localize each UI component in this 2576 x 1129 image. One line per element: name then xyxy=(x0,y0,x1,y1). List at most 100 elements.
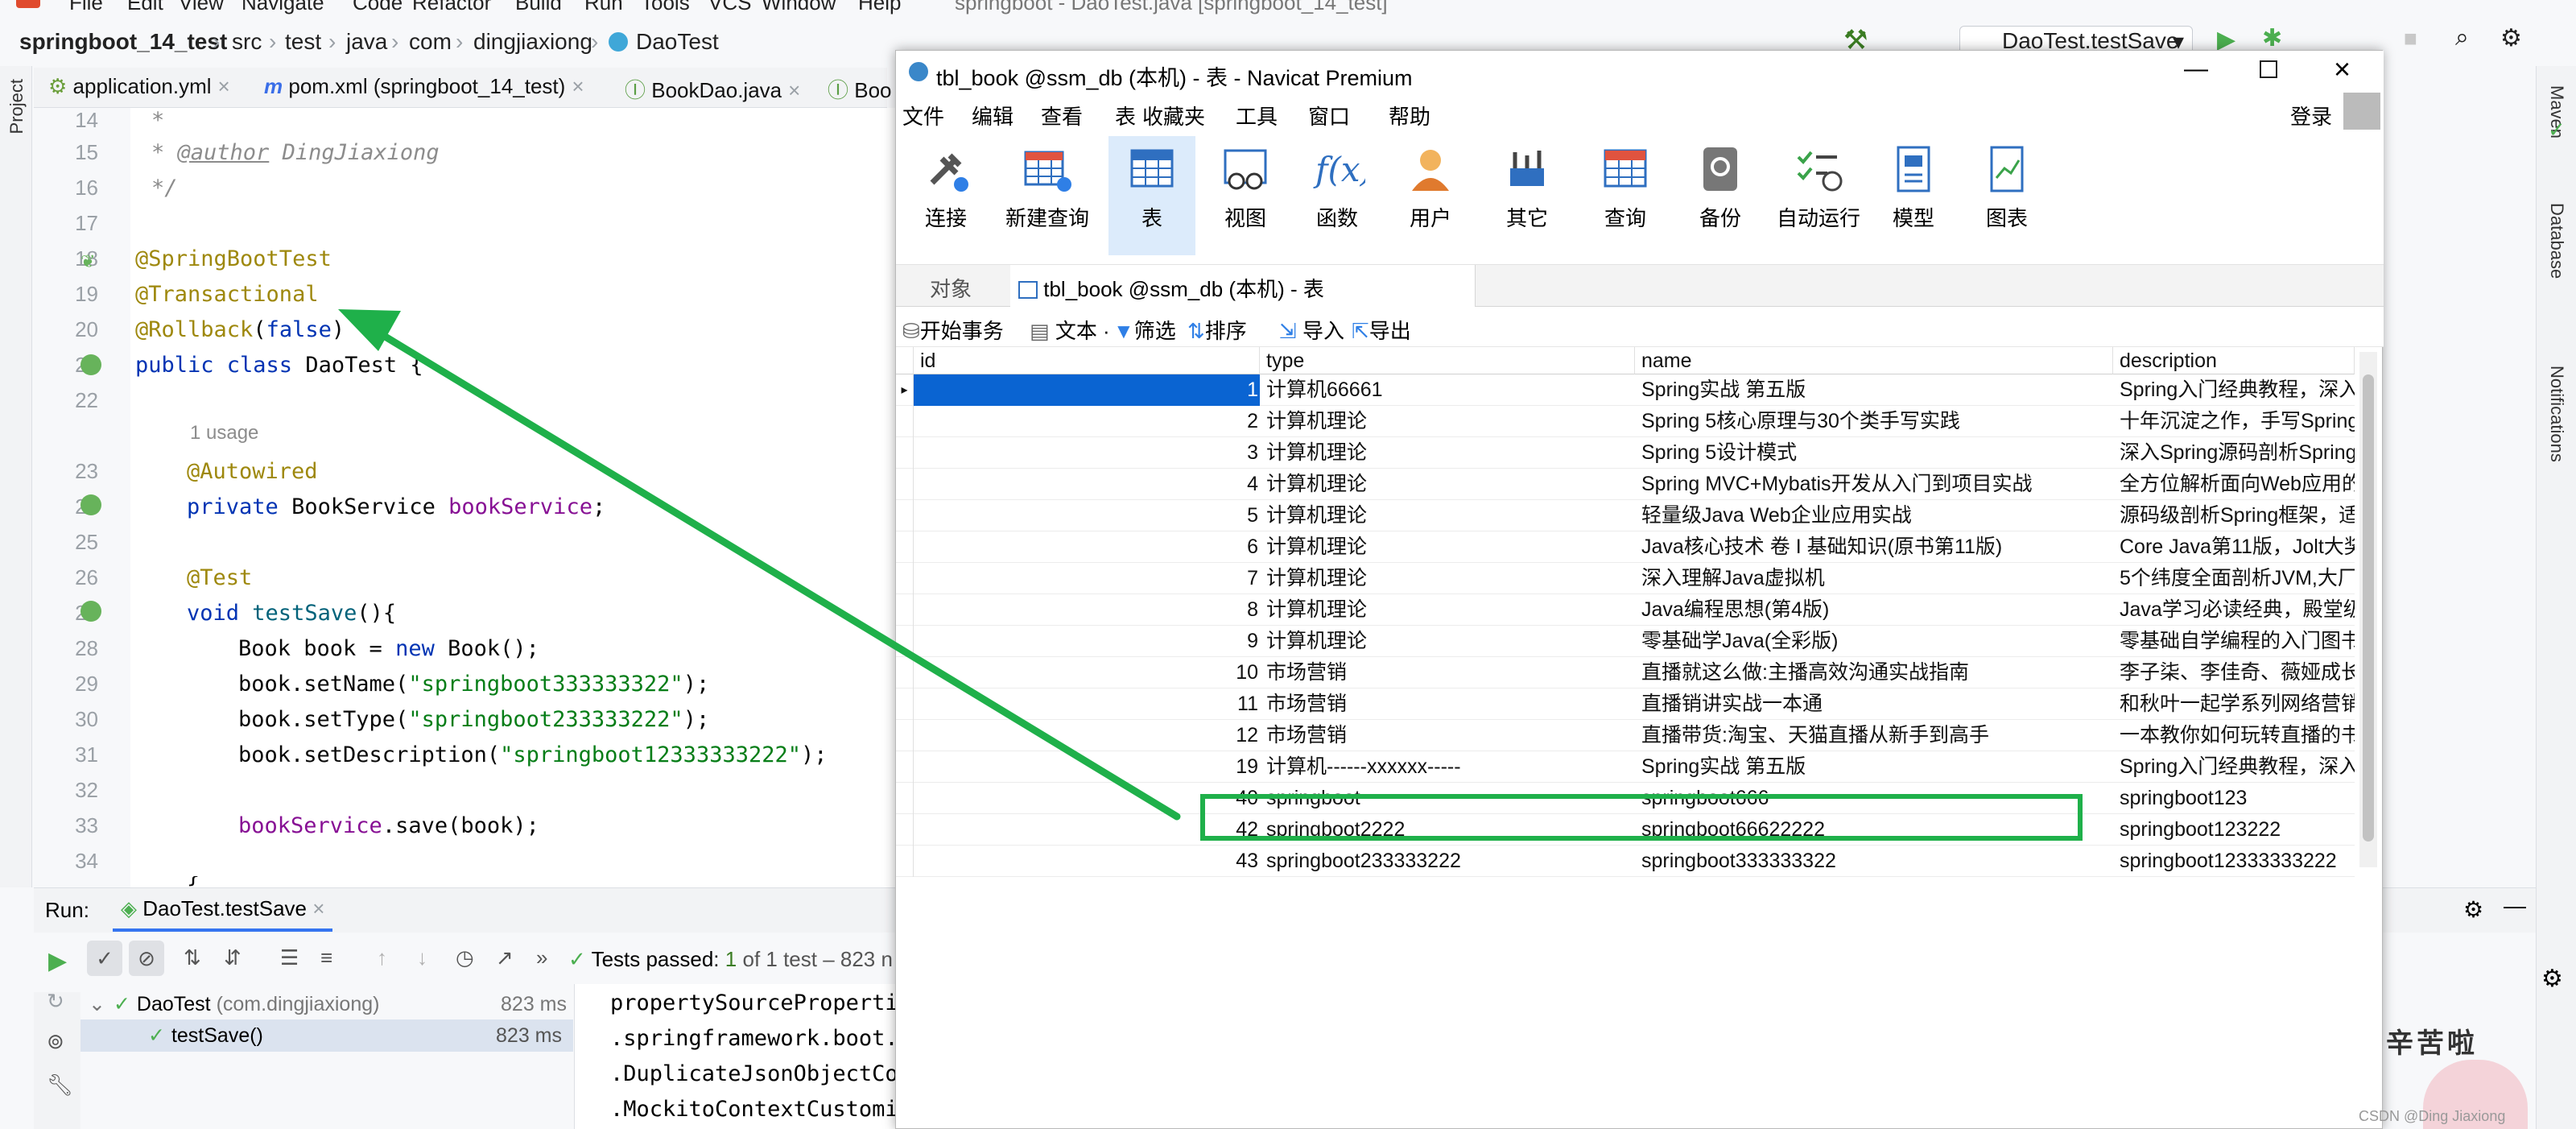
cell-id[interactable]: 8 xyxy=(914,594,1260,626)
cell-name[interactable]: 直播销讲实战一本通 xyxy=(1635,689,2113,720)
cell-id[interactable]: 1 xyxy=(914,374,1260,406)
arrow-down-icon[interactable]: ↓ xyxy=(417,945,427,970)
menu-favorites[interactable]: 收藏夹 xyxy=(1142,101,1205,130)
cell-id[interactable]: 43 xyxy=(914,846,1260,877)
cell-name[interactable]: Java编程思想(第4版) xyxy=(1635,594,2113,626)
cell-type[interactable]: 计算机66661 xyxy=(1260,374,1635,406)
run-console[interactable]: propertySourcePropertie .springframework… xyxy=(575,984,897,1129)
cell-name[interactable]: Spring MVC+Mybatis开发从入门到项目实战 xyxy=(1635,469,2113,500)
cell-name[interactable]: 零基础学Java(全彩版) xyxy=(1635,626,2113,657)
menu-run[interactable]: Run xyxy=(584,0,623,13)
menu-edit[interactable]: Edit xyxy=(127,0,163,13)
table-row[interactable]: 4 计算机理论 Spring MVC+Mybatis开发从入门到项目实战 全方位解析面… xyxy=(896,469,2355,500)
cell-description[interactable]: 全方位解析面向Web应用的 xyxy=(2113,469,2355,500)
menu-code[interactable]: Code xyxy=(353,0,402,13)
cell-name[interactable]: Spring实战 第五版 xyxy=(1635,374,2113,406)
run-gutter-icon[interactable] xyxy=(80,601,101,622)
row-indicator[interactable]: ▸ xyxy=(896,374,914,406)
crumb-java[interactable]: java xyxy=(346,29,387,55)
cell-name[interactable]: springboot333333322 xyxy=(1635,846,2113,877)
table-row[interactable]: 12 市场营销 直播带货:淘宝、天猫直播从新手到高手 一本教你如何玩转直播的书 xyxy=(896,720,2355,751)
row-indicator[interactable] xyxy=(896,437,914,469)
cell-description[interactable]: 李子柒、李佳奇、薇娅成长 xyxy=(2113,657,2355,689)
cell-type[interactable]: 市场营销 xyxy=(1260,689,1635,720)
cell-type[interactable]: springboot233333222 xyxy=(1260,846,1635,877)
cell-description[interactable]: 十年沉淀之作，手写Spring xyxy=(2113,406,2355,437)
tool-new-query[interactable]: 新建查询 xyxy=(999,141,1096,232)
gear-icon[interactable]: ⚙ xyxy=(2463,896,2483,923)
more-icon[interactable]: » xyxy=(536,945,547,970)
column-header-description[interactable]: description xyxy=(2113,347,2355,374)
cell-description[interactable]: 零基础自学编程的入门图书 xyxy=(2113,626,2355,657)
menu-tools[interactable]: Tools xyxy=(641,0,690,13)
cell-id[interactable]: 10 xyxy=(914,657,1260,689)
tool-table[interactable]: 表 xyxy=(1108,136,1195,255)
cell-id[interactable]: 12 xyxy=(914,720,1260,751)
crumb-com[interactable]: com xyxy=(409,29,452,55)
cell-description[interactable]: 和秋叶一起学系列网络营销 xyxy=(2113,689,2355,720)
table-row[interactable]: 5 计算机理论 轻量级Java Web企业应用实战 源码级剖析Spring框架，适 xyxy=(896,500,2355,531)
search-icon[interactable]: ⌕ xyxy=(2455,24,2469,52)
row-indicator[interactable] xyxy=(896,657,914,689)
export-button[interactable]: ⇱导出 xyxy=(1352,315,1411,345)
tool-user[interactable]: 用户 xyxy=(1390,141,1471,232)
crumb-src[interactable]: src xyxy=(232,29,262,55)
notifications-tool-button[interactable]: Notifications xyxy=(2546,366,2567,462)
cell-description[interactable]: 5个纬度全面剖析JVM,大厂 xyxy=(2113,563,2355,594)
menu-help[interactable]: 帮助 xyxy=(1389,101,1430,130)
cell-id[interactable]: 5 xyxy=(914,500,1260,531)
cell-type[interactable]: 计算机理论 xyxy=(1260,563,1635,594)
cell-name[interactable]: Java核心技术 卷 I 基础知识(原书第11版) xyxy=(1635,531,2113,563)
run-icon[interactable]: ▶ xyxy=(48,947,67,975)
row-indicator[interactable] xyxy=(896,751,914,783)
cell-name[interactable]: 直播带货:淘宝、天猫直播从新手到高手 xyxy=(1635,720,2113,751)
menu-vcs[interactable]: VCS xyxy=(708,0,751,13)
database-tool-button[interactable]: Database xyxy=(2546,203,2567,279)
cell-type[interactable]: 计算机理论 xyxy=(1260,626,1635,657)
tab-objects[interactable]: 对象 xyxy=(930,273,972,303)
tool-model[interactable]: 模型 xyxy=(1873,141,1954,232)
bean-gutter-icon[interactable] xyxy=(80,494,101,515)
row-indicator[interactable] xyxy=(896,783,914,814)
tab-table-editor[interactable]: tbl_book @ssm_db (本机) - 表 xyxy=(1010,265,1476,307)
table-row[interactable]: 8 计算机理论 Java编程思想(第4版) Java学习必读经典，殿堂级 xyxy=(896,594,2355,626)
table-row[interactable]: 11 市场营销 直播销讲实战一本通 和秋叶一起学系列网络营销 xyxy=(896,689,2355,720)
row-indicator[interactable] xyxy=(896,846,914,877)
cell-description[interactable]: Spring入门经典教程，深入 xyxy=(2113,374,2355,406)
gear-icon[interactable]: ⚙ xyxy=(2541,965,2563,993)
test-tree-row[interactable]: ⌄ ✓ DaoTest (com.dingjiaxiong) 823 ms xyxy=(89,989,572,1019)
cell-name[interactable]: 深入理解Java虚拟机 xyxy=(1635,563,2113,594)
tool-query[interactable]: 查询 xyxy=(1585,141,1666,232)
close-icon[interactable]: × xyxy=(312,896,324,920)
history-icon[interactable]: ◷ xyxy=(456,945,474,970)
cell-id[interactable]: 9 xyxy=(914,626,1260,657)
tool-view[interactable]: 视图 xyxy=(1205,141,1286,232)
row-indicator[interactable] xyxy=(896,563,914,594)
gear-icon[interactable]: ⚙ xyxy=(2500,24,2522,52)
maximize-icon[interactable] xyxy=(2260,60,2277,78)
run-tab[interactable]: ◈ DaoTest.testSave × xyxy=(113,896,333,932)
cell-id[interactable]: 11 xyxy=(914,689,1260,720)
login-link[interactable]: 登录 xyxy=(2290,101,2332,130)
cell-name[interactable]: 轻量级Java Web企业应用实战 xyxy=(1635,500,2113,531)
wrench-icon[interactable]: 🔧︎ xyxy=(47,1073,73,1098)
cell-id[interactable]: 2 xyxy=(914,406,1260,437)
menu-table[interactable]: 表 xyxy=(1115,101,1136,130)
row-indicator[interactable] xyxy=(896,531,914,563)
close-icon[interactable]: × xyxy=(572,74,584,98)
menu-file[interactable]: 文件 xyxy=(902,101,944,130)
minimize-icon[interactable]: — xyxy=(2504,893,2526,919)
table-row[interactable]: 19 计算机------xxxxxx----- Spring实战 第五版 Spring… xyxy=(896,751,2355,783)
row-indicator[interactable] xyxy=(896,500,914,531)
cell-name[interactable]: Spring 5设计模式 xyxy=(1635,437,2113,469)
table-row[interactable]: ▸ 1 计算机66661 Spring实战 第五版 Spring入门经典教程，深入 xyxy=(896,374,2355,406)
cell-type[interactable]: 计算机理论 xyxy=(1260,500,1635,531)
menu-window[interactable]: Window xyxy=(762,0,836,13)
debug-icon[interactable]: ✱ xyxy=(2262,24,2282,52)
cell-type[interactable]: 计算机理论 xyxy=(1260,406,1635,437)
rerun-icon[interactable]: ↻ xyxy=(47,989,64,1014)
scrollbar-thumb[interactable] xyxy=(2363,374,2374,842)
cell-type[interactable]: 计算机理论 xyxy=(1260,594,1635,626)
menu-build[interactable]: Build xyxy=(515,0,562,13)
cell-description[interactable]: 一本教你如何玩转直播的书 xyxy=(2113,720,2355,751)
